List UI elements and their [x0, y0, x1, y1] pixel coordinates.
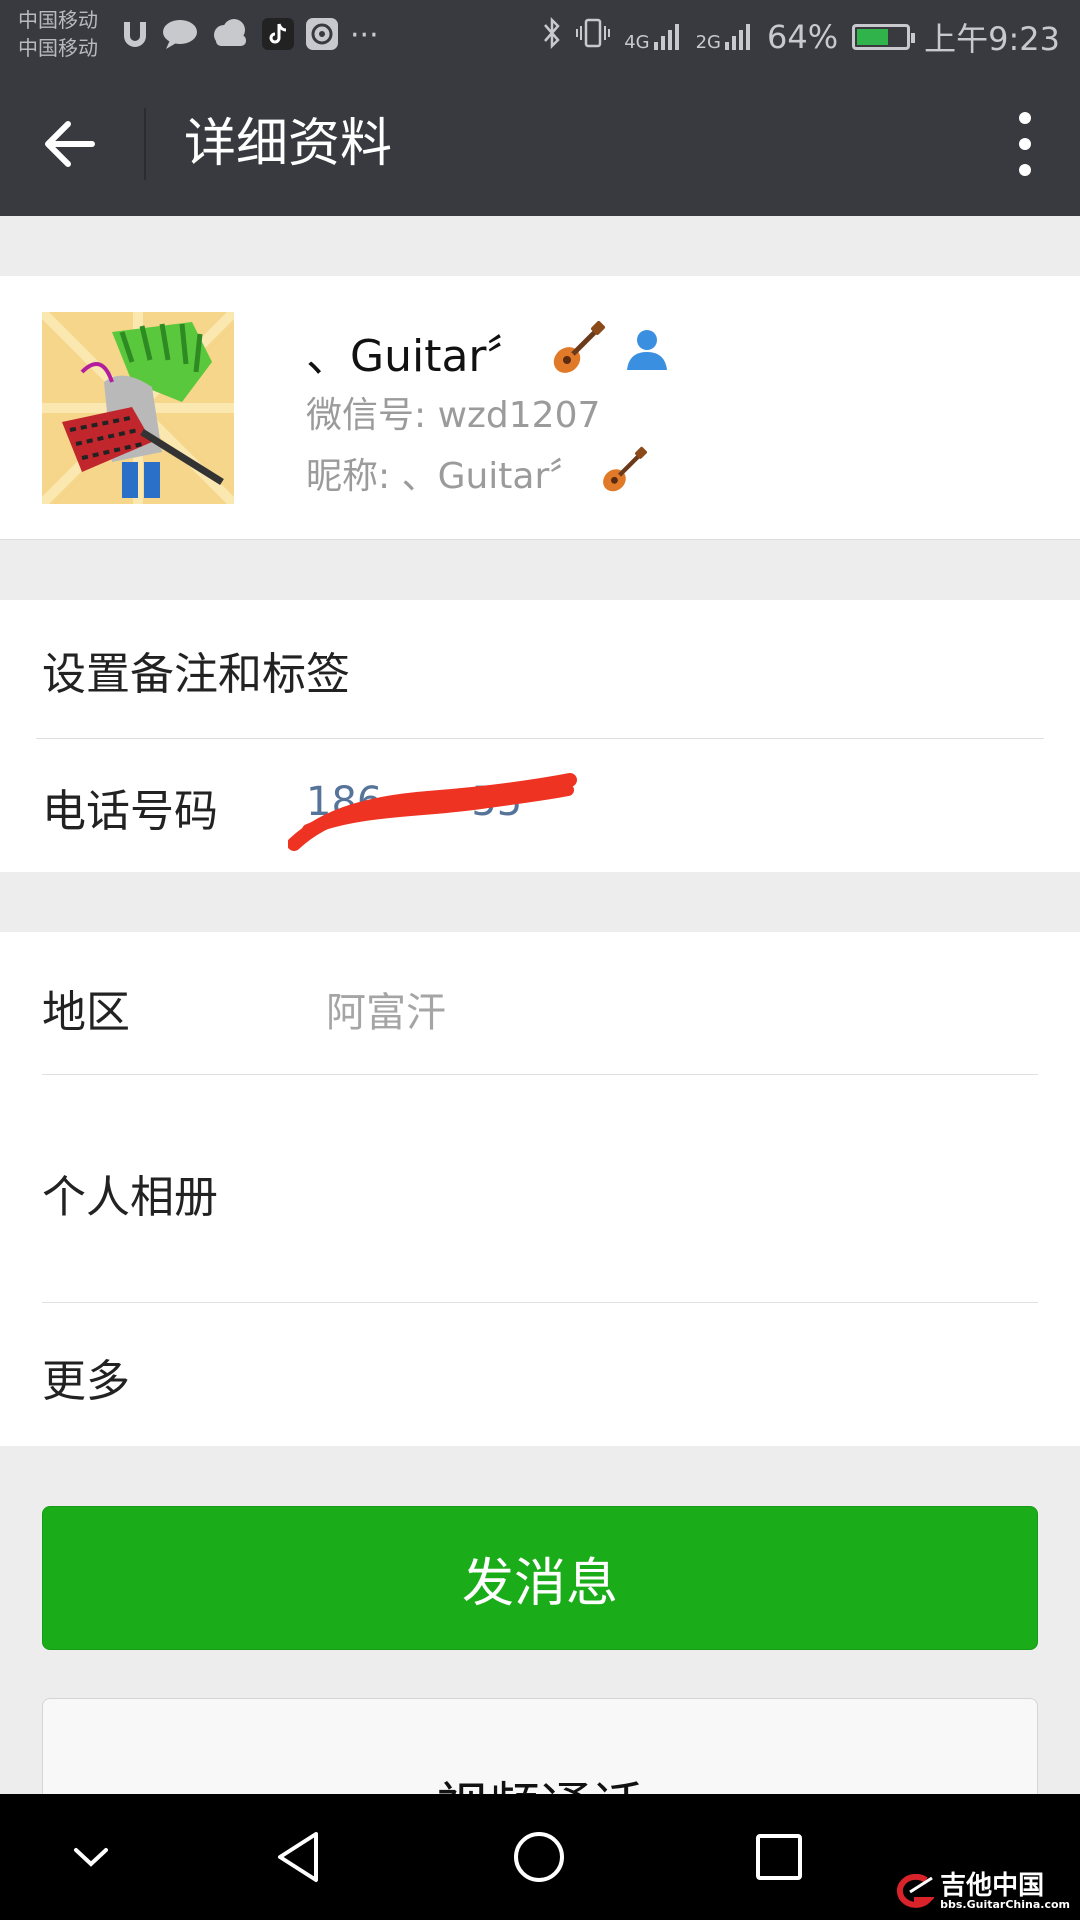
more-label: 更多 — [42, 1356, 130, 1407]
square-recents-icon — [756, 1834, 802, 1880]
notification-icons: ··· — [120, 18, 379, 61]
more-row[interactable]: 更多 — [0, 1303, 1080, 1446]
guitar-emoji-icon — [549, 320, 605, 394]
chat-bubble-icon — [162, 18, 198, 61]
chevron-down-icon — [74, 1848, 108, 1867]
battery-icon — [852, 24, 916, 50]
overflow-indicator: ··· — [350, 18, 379, 53]
battery-percent: 64% — [767, 18, 839, 56]
carrier-2: 中国移动 — [18, 36, 98, 60]
contact-card-icon[interactable] — [623, 324, 671, 390]
page-title: 详细资料 — [184, 114, 393, 174]
region-label: 地区 — [42, 987, 130, 1038]
phone-label: 电话号码 — [42, 786, 218, 837]
details-block: 地区 阿富汗 个人相册 更多 — [0, 932, 1080, 1446]
wechat-id: 微信号: wzd1207 — [306, 395, 601, 436]
album-label: 个人相册 — [42, 1172, 218, 1223]
network-type-2: 2G — [695, 32, 721, 53]
send-message-button[interactable]: 发消息 — [42, 1506, 1038, 1650]
nav-home-button[interactable] — [504, 1822, 574, 1892]
album-row[interactable]: 个人相册 — [0, 1075, 1080, 1302]
region-value: 阿富汗 — [326, 990, 446, 1036]
watermark-text: 吉他中国 bbs.GuitarChina.com — [940, 1873, 1070, 1910]
circle-home-icon — [514, 1832, 564, 1882]
watermark-title: 吉他中国 — [940, 1871, 1045, 1901]
arrow-left-icon — [45, 121, 95, 167]
network-type-1: 4G — [624, 32, 650, 53]
signal-2: 2G — [696, 22, 753, 52]
region-row: 地区 阿富汗 — [0, 932, 1080, 1074]
more-dot-icon — [1019, 112, 1031, 124]
cloud-icon — [210, 18, 250, 61]
triangle-back-icon — [278, 1832, 318, 1882]
clock: 上午9:23 — [924, 20, 1060, 58]
carrier-info: 中国移动 中国移动 — [18, 6, 98, 62]
action-bar-divider — [144, 108, 146, 180]
profile-card: 、Guitar〞 微信号: wzd1207 昵称: 、Guitar〞 — [0, 276, 1080, 540]
remark-row[interactable]: 设置备注和标签 — [0, 600, 1080, 738]
action-bar: 详细资料 — [0, 72, 1080, 216]
signal-bars-icon — [725, 24, 750, 50]
signal-bars-icon — [653, 24, 679, 50]
signal-1: 4G — [624, 22, 681, 52]
watermark-url: bbs.GuitarChina.com — [940, 1898, 1070, 1911]
nav-back-button[interactable] — [264, 1822, 334, 1892]
nickname-row: 昵称: 、Guitar〞 — [306, 446, 648, 507]
system-navigation-bar: 吉他中国 bbs.GuitarChina.com — [0, 1794, 1080, 1920]
battery-fill — [857, 29, 889, 45]
notification-icon — [120, 18, 150, 61]
nav-recents-button[interactable] — [744, 1822, 814, 1892]
bluetooth-icon — [542, 16, 562, 58]
more-dot-icon — [1019, 138, 1031, 150]
carrier-1: 中国移动 — [18, 8, 98, 32]
profile-name: 、Guitar〞 — [306, 331, 531, 382]
nav-collapse-button[interactable] — [56, 1822, 126, 1892]
circle-app-icon — [306, 18, 338, 61]
avatar-illustration — [42, 312, 234, 504]
redaction-scribble — [288, 773, 577, 851]
guitar-emoji-icon — [599, 446, 648, 507]
more-options-button[interactable] — [1010, 112, 1040, 176]
profile-name-row: 、Guitar〞 — [306, 320, 671, 394]
back-button[interactable] — [40, 114, 100, 174]
watermark: 吉他中国 bbs.GuitarChina.com — [890, 1873, 1070, 1910]
tiktok-icon — [262, 18, 294, 61]
remark-label: 设置备注和标签 — [42, 649, 350, 700]
avatar[interactable] — [42, 312, 234, 504]
system-status: 4G 2G 64% 上午9:23 — [542, 14, 1060, 60]
status-bar: 中国移动 中国移动 ··· 4G 2G 64% 上午9:23 — [0, 0, 1080, 72]
vibrate-icon — [576, 16, 611, 58]
guitarchina-logo-icon — [897, 1873, 935, 1908]
more-dot-icon — [1019, 164, 1031, 176]
nickname: 昵称: 、Guitar〞 — [306, 455, 586, 497]
